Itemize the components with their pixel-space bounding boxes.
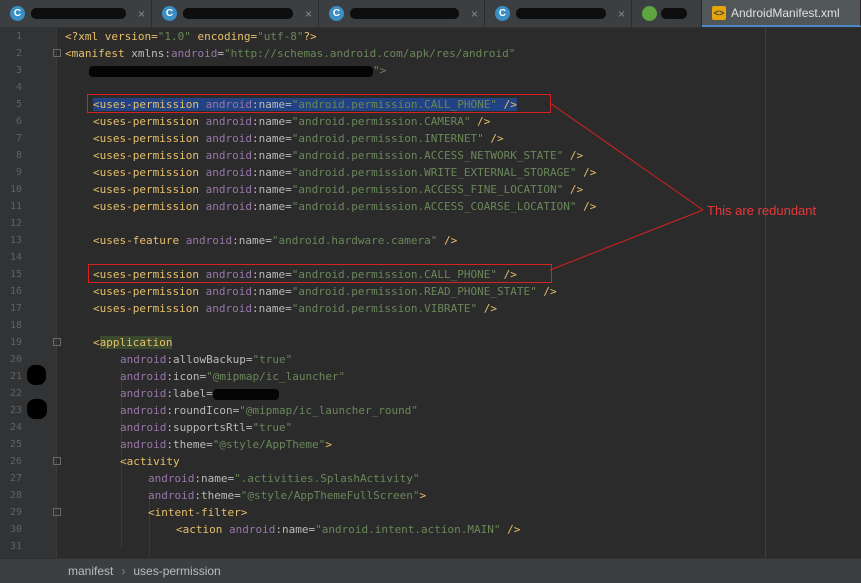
annotation-arrow-line	[549, 209, 704, 271]
breadcrumb-item-manifest[interactable]: manifest	[68, 564, 113, 578]
annotation-label: This are redundant	[707, 203, 817, 218]
breadcrumb-separator-icon: ›	[121, 564, 126, 578]
annotation-arrow-line	[549, 102, 704, 211]
annotation-arrows	[549, 102, 704, 271]
breadcrumb: manifest › uses-permission	[0, 558, 861, 583]
breadcrumb-item-uses-permission[interactable]: uses-permission	[133, 564, 220, 578]
